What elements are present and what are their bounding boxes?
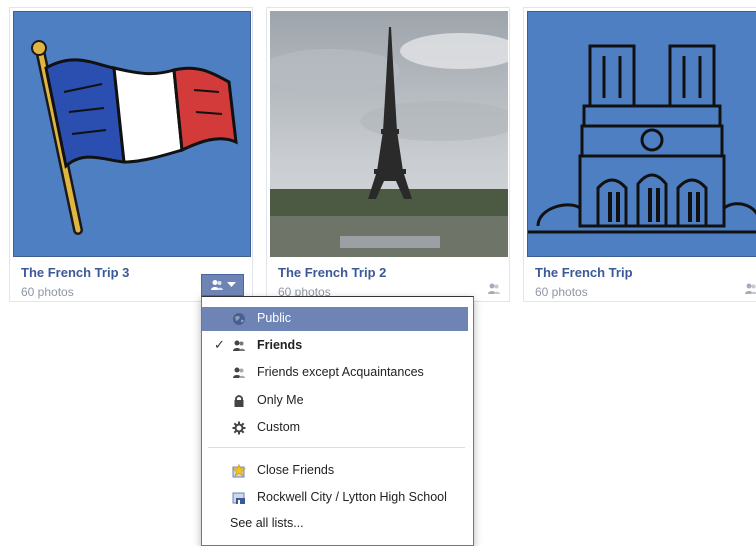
album-photo-count: 60 photos [535, 285, 588, 299]
gear-icon [232, 421, 246, 435]
menu-item-public[interactable]: Public [202, 307, 468, 331]
menu-item-rockwell-city-lytton-high[interactable]: Rockwell City / Lytton High School [202, 486, 473, 510]
checkmark-icon: ✓ [214, 337, 225, 352]
notre-dame-image [528, 44, 756, 234]
friends-icon [210, 280, 223, 290]
star-list-icon [232, 464, 246, 478]
album-card-1: The French Trip 3 60 photos [9, 7, 253, 302]
menu-item-label: Friends [257, 338, 303, 352]
menu-item-only-me[interactable]: Only Me [202, 389, 473, 413]
school-list-icon [232, 492, 245, 504]
album-card-2: The French Trip 2 60 photos [266, 7, 510, 302]
menu-item-custom[interactable]: Custom [202, 416, 473, 440]
french-flag-image [31, 40, 238, 235]
see-all-lists-link[interactable]: See all lists... [230, 516, 304, 530]
menu-item-label: Public [257, 311, 292, 325]
album-title[interactable]: The French Trip 2 [278, 265, 386, 280]
album-photo-count: 60 photos [21, 285, 74, 299]
menu-item-friends[interactable]: ✓ Friends [202, 334, 473, 358]
globe-icon [233, 313, 245, 325]
eiffel-tower-photo [270, 11, 508, 257]
album-card-3: The French Trip 60 photos [523, 7, 756, 302]
album-cover-french-flag[interactable] [13, 11, 251, 257]
friends-icon[interactable] [487, 282, 501, 296]
friends-except-icon [233, 367, 245, 378]
menu-item-label: Close Friends [257, 463, 335, 477]
menu-item-label: Custom [257, 420, 301, 434]
friends-icon [233, 340, 245, 351]
menu-item-label: Only Me [257, 393, 304, 407]
chevron-down-icon [226, 282, 236, 287]
album-title[interactable]: The French Trip 3 [21, 265, 129, 280]
menu-item-close-friends[interactable]: Close Friends [202, 459, 473, 483]
menu-item-label: Friends except Acquaintances [257, 365, 424, 379]
menu-divider [208, 447, 465, 448]
friends-icon[interactable] [744, 282, 756, 296]
privacy-dropdown-menu: Public ✓ Friends Friends except Acquaint… [201, 296, 474, 546]
menu-item-label: Rockwell City / Lytton High School [257, 490, 447, 504]
menu-item-friends-except-acquaintances[interactable]: Friends except Acquaintances [202, 361, 473, 385]
album-cover-eiffel-tower[interactable] [270, 11, 508, 257]
lock-icon [234, 395, 244, 407]
album-cover-notre-dame[interactable] [527, 11, 756, 257]
privacy-selector-button[interactable] [201, 274, 244, 296]
album-title[interactable]: The French Trip [535, 265, 633, 280]
